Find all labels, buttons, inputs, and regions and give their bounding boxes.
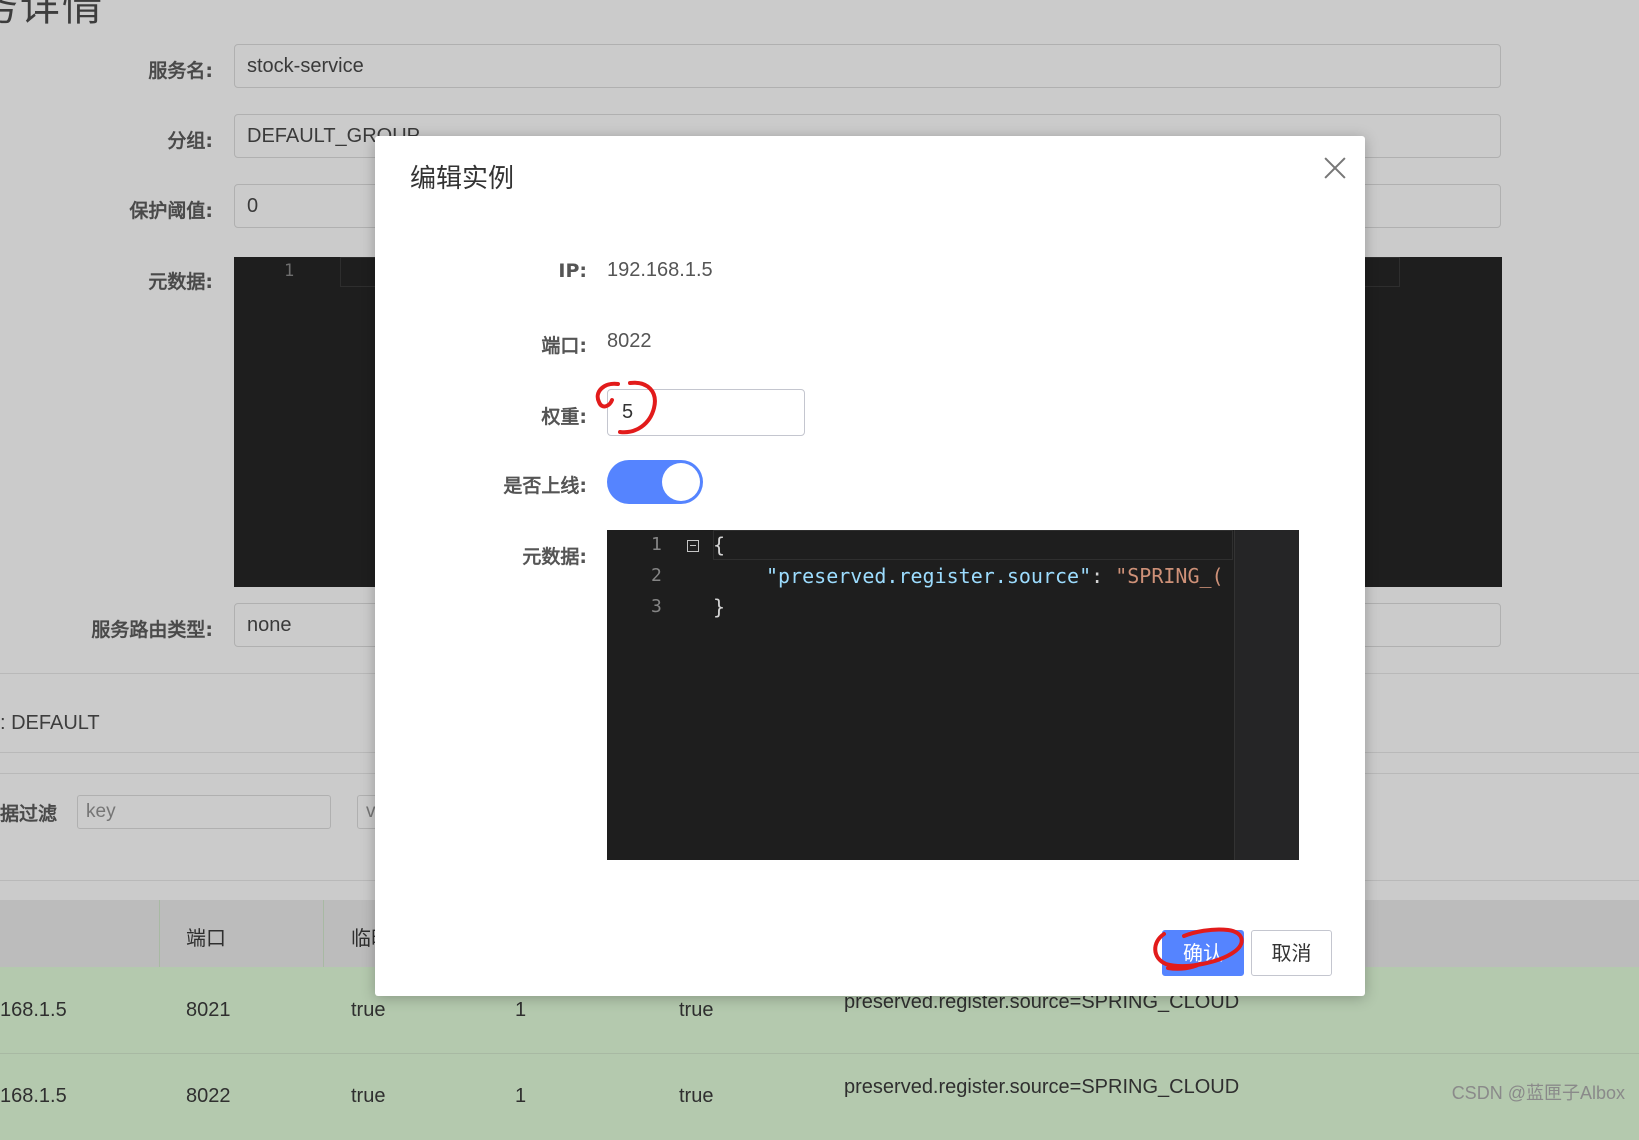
metadata-filter-label: 据过滤 — [0, 803, 58, 825]
cancel-button[interactable]: 取消 — [1251, 930, 1332, 976]
line-number: 2 — [651, 565, 662, 586]
port-label: 端口: — [541, 335, 587, 357]
weight-input[interactable]: 5 — [607, 389, 805, 436]
fold-collapse-icon[interactable] — [687, 540, 699, 552]
cell-ephemeral: true — [351, 1085, 386, 1107]
code-value: "SPRING_( — [1115, 564, 1224, 588]
filter-key-input[interactable] — [77, 795, 331, 829]
edit-instance-dialog: 编辑实例 IP: 192.168.1.5 端口: 8022 权重: 5 是否上线… — [375, 136, 1365, 996]
protect-threshold-label: 保护阈值: — [129, 200, 213, 222]
weight-label: 权重: — [541, 406, 587, 428]
group-label: 分组: — [167, 130, 213, 152]
cluster-name: : DEFAULT — [0, 712, 100, 734]
cell-healthy: true — [679, 1085, 714, 1107]
toggle-knob — [662, 463, 700, 501]
port-value: 8022 — [607, 330, 652, 352]
close-icon[interactable] — [1320, 153, 1350, 183]
cell-port: 8022 — [186, 1085, 231, 1107]
route-type-label: 服务路由类型: — [91, 619, 213, 641]
cell-ephemeral: true — [351, 999, 386, 1021]
online-toggle[interactable] — [607, 460, 703, 504]
line-number: 1 — [651, 534, 662, 555]
ip-label: IP: — [558, 260, 587, 282]
code-minimap[interactable] — [1234, 530, 1299, 860]
cell-port: 8021 — [186, 999, 231, 1021]
line-number: 1 — [284, 261, 295, 281]
online-label: 是否上线: — [503, 475, 587, 497]
confirm-button[interactable]: 确认 — [1162, 930, 1244, 976]
metadata-code-editor[interactable]: 1 2 3 { "preserved.register.source": "SP… — [607, 530, 1299, 860]
cell-weight: 1 — [515, 999, 527, 1021]
code-line-2: "preserved.register.source": "SPRING_( — [766, 564, 1224, 588]
ip-value: 192.168.1.5 — [607, 259, 713, 281]
service-name-label: 服务名: — [148, 60, 213, 82]
watermark: CSDN @蓝匣子Albox — [1451, 1083, 1625, 1103]
line-number: 3 — [651, 596, 662, 617]
dialog-title: 编辑实例 — [410, 164, 515, 194]
code-open-brace: { — [713, 533, 726, 557]
code-key: "preserved.register.source" — [766, 564, 1092, 588]
cell-metadata: preserved.register.source=SPRING_CLOUD — [844, 1076, 1240, 1098]
code-close-brace: } — [713, 595, 726, 619]
code-colon: : — [1091, 564, 1116, 588]
table-row: 168.1.5 8022 true 1 true preserved.regis… — [0, 1054, 1639, 1140]
service-name-field[interactable]: stock-service — [234, 44, 1501, 88]
page-title: 务详情 — [0, 0, 104, 30]
metadata-label: 元数据: — [522, 546, 587, 568]
cell-ip: 168.1.5 — [0, 1085, 67, 1107]
cell-weight: 1 — [515, 1085, 527, 1107]
cell-healthy: true — [679, 999, 714, 1021]
current-line-highlight — [713, 530, 1233, 560]
cell-ip: 168.1.5 — [0, 999, 67, 1021]
column-header-port: 端口 — [186, 928, 226, 950]
metadata-label: 元数据: — [148, 271, 213, 293]
